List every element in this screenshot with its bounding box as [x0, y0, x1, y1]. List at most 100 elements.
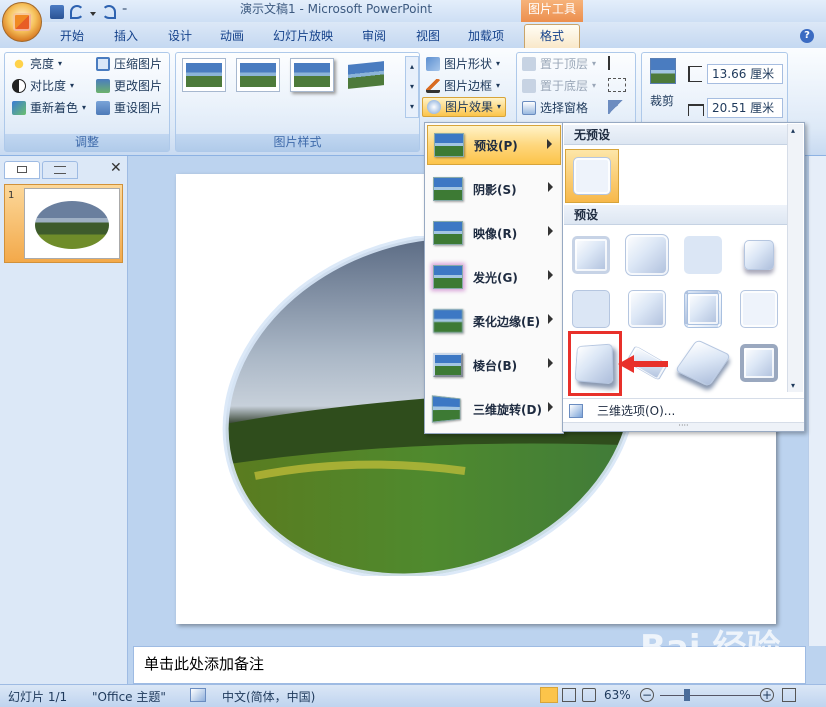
selection-pane-label: 选择窗格 [540, 101, 589, 115]
bring-to-front-label: 置于顶层 [540, 57, 589, 71]
height-field[interactable]: 13.66 厘米 [707, 64, 783, 84]
menu-item-label: 棱台(B) [473, 358, 518, 373]
contrast-button[interactable]: 对比度 ▾ [12, 76, 74, 96]
picture-shape-button[interactable]: 图片形状 ▾ [426, 54, 500, 74]
normal-view-icon[interactable] [540, 687, 558, 703]
style-gallery-scroll[interactable]: ▴ ▾ ▾ [405, 56, 419, 118]
menu-item-reflection[interactable]: 映像(R) [427, 213, 561, 253]
tab-review[interactable]: 审阅 [354, 26, 394, 48]
slide-number: 1 [8, 190, 15, 201]
selection-pane-icon [522, 101, 536, 115]
submenu-arrow-icon [547, 139, 552, 149]
align-icon[interactable] [608, 56, 628, 70]
selection-pane-button[interactable]: 选择窗格 [522, 98, 588, 118]
zoom-slider-thumb[interactable] [684, 689, 690, 701]
picture-style-thumb[interactable] [290, 58, 334, 92]
preset-option[interactable] [567, 287, 615, 331]
preset-icon [434, 133, 464, 157]
outline-tab[interactable] [42, 161, 78, 179]
spell-check-icon[interactable] [190, 688, 206, 702]
picture-style-thumb[interactable] [344, 58, 388, 92]
menu-item-glow[interactable]: 发光(G) [427, 257, 561, 297]
tab-design[interactable]: 设计 [160, 26, 200, 48]
zoom-slider[interactable] [660, 695, 760, 696]
scroll-up-icon[interactable]: ▴ [791, 126, 795, 135]
no-preset-option[interactable] [565, 149, 619, 203]
scroll-down-icon[interactable]: ▾ [791, 381, 795, 390]
resize-grip[interactable]: ···· [563, 422, 804, 431]
brightness-button[interactable]: 亮度 ▾ [12, 54, 62, 74]
preset-option[interactable] [679, 287, 727, 331]
picture-border-button[interactable]: 图片边框 ▾ [426, 76, 500, 96]
tab-home[interactable]: 开始 [52, 26, 92, 48]
help-icon[interactable]: ? [800, 29, 814, 43]
recolor-button[interactable]: 重新着色 ▾ [12, 98, 86, 118]
group-icon[interactable] [608, 78, 626, 92]
menu-item-preset[interactable]: 预设(P) [427, 125, 561, 165]
tab-slideshow[interactable]: 幻灯片放映 [266, 26, 340, 48]
slides-tab[interactable] [4, 161, 40, 179]
reset-picture-button[interactable]: 重设图片 [96, 98, 162, 118]
menu-item-bevel[interactable]: 棱台(B) [427, 345, 561, 385]
gallery-scrollbar[interactable]: ▴ ▾ [787, 124, 803, 392]
tab-format[interactable]: 格式 [524, 24, 580, 48]
width-field[interactable]: 20.51 厘米 [707, 98, 783, 118]
preset-option[interactable] [623, 233, 671, 277]
tab-insert[interactable]: 插入 [106, 26, 146, 48]
menu-item-3d-rotation[interactable]: 三维旋转(D) [427, 389, 561, 429]
theme-name: "Office 主题" [92, 690, 166, 704]
language[interactable]: 中文(简体，中国) [222, 688, 315, 705]
slide-thumbnail[interactable] [24, 188, 120, 259]
bring-to-front-button[interactable]: 置于顶层 ▾ [522, 54, 596, 74]
group-adjust-label: 调整 [5, 134, 169, 151]
crop-icon[interactable] [650, 58, 676, 84]
rotate-icon[interactable] [608, 100, 624, 114]
3d-options-item[interactable]: 三维选项(O)... [563, 398, 804, 422]
compress-pictures-button[interactable]: 压缩图片 [96, 54, 162, 74]
tab-addins[interactable]: 加载项 [462, 26, 510, 48]
slides-tab-icon [17, 166, 27, 173]
picture-effects-button[interactable]: 图片效果 ▾ [422, 97, 507, 117]
send-to-back-button[interactable]: 置于底层 ▾ [522, 76, 596, 96]
zoom-level[interactable]: 63% [604, 688, 631, 702]
menu-item-label: 预设(P) [474, 138, 518, 153]
zoom-in-icon[interactable]: + [760, 688, 774, 702]
brightness-icon [12, 57, 26, 71]
close-pane-icon[interactable]: ✕ [110, 160, 122, 176]
redo-icon[interactable] [102, 5, 116, 19]
picture-style-thumb[interactable] [182, 58, 226, 92]
dropdown-arrow-icon[interactable] [90, 12, 96, 16]
save-icon[interactable] [50, 5, 64, 19]
thumbnail-image [35, 201, 109, 249]
preset-option[interactable] [623, 287, 671, 331]
picture-effects-menu: 预设(P) 阴影(S) 映像(R) 发光(G) 柔化边缘(E) 棱台(B) 三维… [424, 122, 564, 434]
zoom-out-icon[interactable]: − [640, 688, 654, 702]
outline-tab-icon [54, 166, 66, 174]
preset-option[interactable] [567, 233, 615, 277]
soft-edges-icon [433, 309, 463, 333]
undo-icon[interactable] [70, 5, 84, 19]
preset-option[interactable] [679, 233, 727, 277]
tab-animations[interactable]: 动画 [212, 26, 252, 48]
slide-sorter-icon[interactable] [562, 688, 576, 702]
preset-option[interactable] [735, 341, 783, 385]
office-button[interactable] [2, 2, 42, 42]
slideshow-view-icon[interactable] [582, 688, 596, 702]
crop-label[interactable]: 裁剪 [650, 92, 674, 109]
menu-item-soft-edges[interactable]: 柔化边缘(E) [427, 301, 561, 341]
reset-picture-icon [96, 101, 110, 115]
tab-view[interactable]: 视图 [408, 26, 448, 48]
vertical-scrollbar[interactable] [808, 156, 826, 646]
menu-item-shadow[interactable]: 阴影(S) [427, 169, 561, 209]
preset-option[interactable] [735, 233, 783, 277]
office-logo-icon [13, 13, 31, 31]
preset-option[interactable] [674, 339, 732, 387]
height-icon [688, 66, 702, 82]
watermark: Bai 经验 [640, 628, 781, 668]
picture-shape-label: 图片形状 [444, 57, 493, 71]
preset-option[interactable] [735, 287, 783, 331]
customize-qat-icon[interactable]: ⁼ [122, 5, 130, 19]
picture-style-thumb[interactable] [236, 58, 280, 92]
fit-to-window-icon[interactable] [782, 688, 796, 702]
change-picture-button[interactable]: 更改图片 [96, 76, 162, 96]
